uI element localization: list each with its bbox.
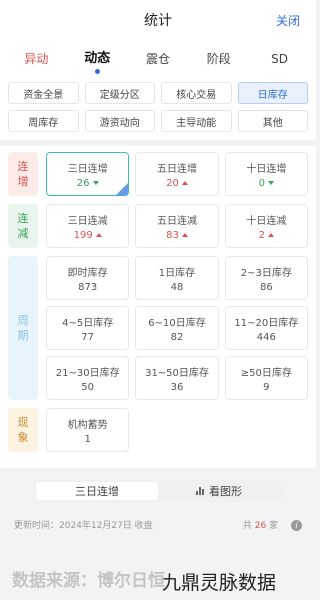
filter-chip[interactable]: 周库存 xyxy=(8,110,79,132)
stat-cell[interactable]: 4~5日库存 77 xyxy=(46,306,130,350)
info-icon[interactable]: i xyxy=(291,520,302,531)
tab-shakeout[interactable]: 震仓 xyxy=(128,40,189,78)
update-time: 更新时间：2024年12月27日 收盘 xyxy=(14,521,153,531)
filter-chip[interactable]: 游资动向 xyxy=(84,110,155,132)
stat-cell[interactable]: 十日连减 2 xyxy=(224,204,308,248)
page-title: 统计 xyxy=(144,13,172,29)
tab-bar: 异动 动态 震仓 阶段 SD xyxy=(0,40,316,78)
view-chart-option[interactable]: 看图形 xyxy=(158,482,280,500)
stat-cell[interactable]: 机构蓄势 1 xyxy=(46,408,130,452)
tab-abnormal[interactable]: 异动 xyxy=(6,40,67,78)
stat-cell[interactable]: 即时库存 873 xyxy=(46,256,130,300)
footer: 更新时间：2024年12月27日 收盘 共 26 家 i xyxy=(14,518,302,531)
group-phenomenon: 现象 机构蓄势 1 xyxy=(8,408,308,452)
stat-cell[interactable]: 31~50日库存 36 xyxy=(135,356,219,400)
stats-grid: 连增 三日连增 26 五日连增 20 十日连增 0 连减 三日连减 199 五日… xyxy=(0,146,316,468)
stat-cell[interactable]: 6~10日库存 82 xyxy=(135,306,219,350)
selected-corner-icon xyxy=(116,183,129,195)
stat-cell[interactable]: 1日库存 48 xyxy=(135,256,219,300)
group-label: 连增 xyxy=(8,152,38,196)
header: 统计 关闭 xyxy=(0,0,316,40)
tab-sd[interactable]: SD xyxy=(249,40,310,78)
filter-chips: 资金全景 定级分区 核心交易 日库存 周库存 游资动向 主导动能 其他 xyxy=(0,78,316,140)
group-decrease: 连减 三日连减 199 五日连减 83 十日连减 2 xyxy=(8,204,308,248)
trend-down-icon xyxy=(92,180,99,185)
stat-cell[interactable]: 21~30日库存 50 xyxy=(46,356,130,400)
result-count: 共 26 家 i xyxy=(243,518,302,531)
stat-cell[interactable]: 11~20日库存 446 xyxy=(224,306,308,350)
trend-up-icon xyxy=(268,232,275,237)
filter-chip[interactable]: 主导动能 xyxy=(161,110,232,132)
trend-up-icon xyxy=(95,232,102,237)
group-label: 周期 xyxy=(8,256,38,400)
tab-dynamic[interactable]: 动态 xyxy=(67,40,128,78)
filter-chip[interactable]: 其他 xyxy=(237,110,308,132)
active-tab-indicator xyxy=(95,69,101,74)
group-label: 现象 xyxy=(8,408,38,452)
trend-up-icon xyxy=(181,232,188,237)
view-list-option[interactable]: 三日连增 xyxy=(36,482,158,500)
close-button[interactable]: 关闭 xyxy=(276,12,300,29)
stat-cell[interactable]: 三日连减 199 xyxy=(46,204,130,248)
stat-cell[interactable]: 十日连增 0 xyxy=(224,152,308,196)
filter-chip-selected[interactable]: 日库存 xyxy=(237,82,308,104)
stat-cell[interactable]: ≥50日库存 9 xyxy=(224,356,308,400)
trend-down-icon xyxy=(268,180,275,185)
stat-cell[interactable]: 三日连增 26 xyxy=(46,152,130,196)
filter-chip[interactable]: 定级分区 xyxy=(84,82,155,104)
source-watermark: 数据来源：博尔日恒 xyxy=(12,571,165,591)
group-increase: 连增 三日连增 26 五日连增 20 十日连增 0 xyxy=(8,152,308,196)
filter-chip[interactable]: 资金全景 xyxy=(8,82,79,104)
trend-up-icon xyxy=(181,180,188,185)
tab-stage[interactable]: 阶段 xyxy=(188,40,249,78)
bar-chart-icon xyxy=(196,487,206,495)
stat-cell[interactable]: 五日连减 83 xyxy=(135,204,219,248)
view-switch: 三日连增 看图形 xyxy=(34,480,282,502)
stat-cell[interactable]: 2~3日库存 86 xyxy=(224,256,308,300)
group-label: 连减 xyxy=(8,204,38,248)
brand-watermark: 九鼎灵脉数据 xyxy=(162,572,277,594)
filter-chip[interactable]: 核心交易 xyxy=(161,82,232,104)
group-cycle: 周期 即时库存 873 1日库存 48 2~3日库存 86 4~5日库存 77 6~10… xyxy=(8,256,308,400)
stat-cell[interactable]: 五日连增 20 xyxy=(135,152,219,196)
